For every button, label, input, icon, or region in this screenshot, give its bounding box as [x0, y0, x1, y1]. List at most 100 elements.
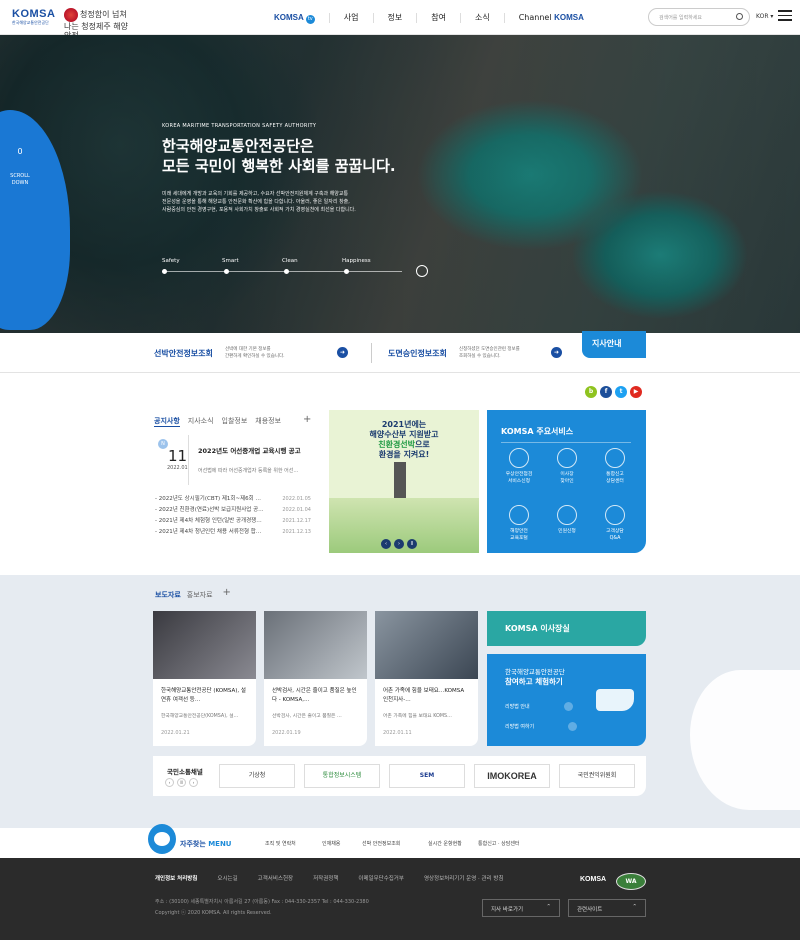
- freq-link-operation[interactable]: 실시간 운항현황: [428, 840, 462, 847]
- list-item[interactable]: - 2022년 친환경(연료)선박 보급지원사업 공… 2022.01.04: [155, 505, 311, 516]
- lightbulb-icon: [557, 448, 577, 468]
- freq-link-recruit[interactable]: 인재채용: [322, 840, 340, 847]
- service-qa[interactable]: 고객상담 Q&A: [595, 505, 635, 542]
- footer-logo: KOMSA: [580, 876, 607, 883]
- list-item[interactable]: - 2021년 제4차 체험형 인턴(일반 공개경쟁… 2021.12.17: [155, 516, 311, 527]
- freq-link-ship-safety[interactable]: 선박 안전정보조회: [362, 840, 400, 847]
- step-happiness[interactable]: Happiness: [342, 258, 371, 264]
- freq-link-report[interactable]: 통합신고 · 상담센터: [478, 840, 520, 847]
- tab-promo[interactable]: 홍보자료: [187, 590, 213, 600]
- footer-link-cctv[interactable]: 영상정보처리기기 운영 · 관리 방침: [424, 874, 504, 882]
- service-report-center[interactable]: 통합신고 상담센터: [595, 448, 635, 485]
- nav-business[interactable]: 사업: [328, 13, 373, 23]
- notice-list: - 2022년도 상시필기(CBT) 제1회~제6회 … 2022.01.05 -…: [155, 494, 311, 538]
- step-dot: [224, 269, 229, 274]
- list-item[interactable]: - 2022년도 상시필기(CBT) 제1회~제6회 … 2022.01.05: [155, 494, 311, 505]
- related-sites-select[interactable]: 관련사이트 ⌃: [568, 899, 646, 917]
- footer-link-email[interactable]: 이메일무단수집거부: [358, 874, 404, 882]
- notice-tabs: 공지사항 지사소식 입찰정보 채용정보: [154, 416, 289, 427]
- footer-link-copyright[interactable]: 저작권정책: [313, 874, 338, 882]
- service-education-portal[interactable]: 해양안전 교육포털: [499, 505, 539, 542]
- new-badge: N: [158, 439, 168, 449]
- drawing-approval-title[interactable]: 도면승인정보조회: [388, 348, 447, 359]
- headline-day: 11: [168, 447, 188, 465]
- press-photo: [375, 611, 478, 679]
- hero-title: 한국해양교통안전공단은 모든 국민이 행복한 사회를 꿈꿉니다.: [162, 137, 396, 175]
- footer-link-charter[interactable]: 고객서비스헌장: [258, 874, 293, 882]
- tab-press[interactable]: 보도자료: [155, 590, 181, 600]
- pause-icon[interactable]: II: [177, 778, 186, 787]
- footer-link-directions[interactable]: 오시는길: [217, 874, 237, 882]
- facebook-icon[interactable]: f: [600, 386, 612, 398]
- search-icon[interactable]: [736, 13, 743, 20]
- step-smart[interactable]: Smart: [222, 258, 239, 264]
- nav-komsa[interactable]: KOMSA tv: [260, 13, 329, 24]
- experience-link[interactable]: 리방법 안내: [505, 702, 573, 711]
- logo-imo-korea[interactable]: IMOKOREA: [474, 764, 550, 788]
- prev-icon[interactable]: ‹: [381, 539, 391, 549]
- press-card[interactable]: 한국해양교통안전공단 (KOMSA), 설 연휴 여객선 등… 한국해양교통안전…: [153, 611, 256, 746]
- hero-visual: [0, 35, 800, 333]
- tab-bid-info[interactable]: 입찰정보: [222, 416, 248, 427]
- nav-news[interactable]: 소식: [459, 13, 504, 23]
- notice-headline[interactable]: N 11 2022.01 2022년도 어선중개업 교육시행 공고 어선법에 따…: [154, 435, 312, 485]
- menu-icon[interactable]: [778, 10, 792, 22]
- arrow-right-icon[interactable]: ➜: [551, 347, 562, 358]
- logo-acrc[interactable]: 국민권익위원회: [559, 764, 635, 788]
- play-icon[interactable]: [416, 265, 428, 277]
- list-item[interactable]: - 2021년 제4차 청년인턴 채용 서류전형 합… 2021.12.13: [155, 527, 311, 538]
- nav-channel[interactable]: Channel KOMSA: [503, 13, 598, 23]
- service-civil-petition[interactable]: 민원신청: [547, 505, 587, 535]
- komsa-logo[interactable]: KOMSA 한국해양교통안전공단: [12, 8, 60, 26]
- experience-link[interactable]: 리방법 여하기: [505, 722, 578, 731]
- services-title: KOMSA 주요서비스: [501, 427, 574, 436]
- search-input[interactable]: 검색어를 입력하세요: [648, 8, 750, 26]
- language-select[interactable]: KOR ▾: [756, 13, 773, 20]
- emblem-icon: [64, 8, 78, 22]
- scroll-down[interactable]: 0 SCROLL DOWN: [8, 148, 32, 187]
- logo-text: KOMSA: [12, 8, 56, 20]
- freq-link-org[interactable]: 조직 및 연락처: [265, 840, 296, 847]
- headline-title[interactable]: 2022년도 어선중개업 교육시행 공고: [198, 445, 301, 455]
- next-icon[interactable]: ›: [189, 778, 198, 787]
- press-card[interactable]: 어촌 가족에 힘을 보태요…KOMSA 인천지사-… 어촌 가족에 힘을 보태요…: [375, 611, 478, 746]
- press-tabs: 보도자료 홍보자료 +: [155, 587, 231, 600]
- press-more-button[interactable]: +: [223, 587, 231, 600]
- ship-safety-title[interactable]: 선박안전정보조회: [154, 348, 213, 359]
- pause-icon[interactable]: II: [407, 539, 417, 549]
- web-accessibility-mark: WA: [616, 873, 646, 890]
- footer-copyright: Copyright ⓒ 2020 KOMSA. All rights Reser…: [155, 910, 272, 916]
- step-safety[interactable]: Safety: [162, 258, 180, 264]
- nav-participation[interactable]: 참여: [416, 13, 460, 23]
- next-icon[interactable]: ›: [394, 539, 404, 549]
- arrow-right-icon: [568, 722, 578, 731]
- prev-icon[interactable]: ‹: [165, 778, 174, 787]
- chevron-up-icon: ⌃: [546, 904, 551, 910]
- notice-more-button[interactable]: +: [303, 414, 311, 425]
- branch-select[interactable]: 지사 바로가기 ⌃: [482, 899, 560, 917]
- youtube-icon[interactable]: ▶: [630, 386, 642, 398]
- service-safety-check[interactable]: 우상안전점검 서비스신청: [499, 448, 539, 485]
- service-ceo[interactable]: 이사장 찾아인: [547, 448, 587, 485]
- hero-description: 미래 세대에게 개방과 교육의 기회를 제공하고, 수요자 선박안전지원체계 구…: [162, 191, 356, 213]
- twitter-icon[interactable]: t: [615, 386, 627, 398]
- eco-ship-banner[interactable]: 2021년에는 해양수산부 지원받고 친환경선박으로 환경을 지켜요! ‹ › …: [329, 410, 479, 553]
- logo-sem[interactable]: SEM: [389, 764, 465, 788]
- mascot-icon: [148, 824, 176, 854]
- arrow-right-icon[interactable]: ➜: [337, 347, 348, 358]
- tab-notice[interactable]: 공지사항: [154, 416, 180, 427]
- person-icon: [557, 505, 577, 525]
- logo-kma[interactable]: 기상청: [219, 764, 295, 788]
- nav-info[interactable]: 정보: [372, 13, 417, 23]
- press-card[interactable]: 선박검사, 시간은 줄이고 품질은 높인다 - KOMSA,… 선박검사, 시간…: [264, 611, 367, 746]
- tab-branch-news[interactable]: 지사소식: [188, 416, 214, 427]
- blog-icon[interactable]: b: [585, 386, 597, 398]
- ceo-office-button[interactable]: KOMSA 이사장실: [487, 611, 646, 646]
- arrow-right-icon: [563, 702, 573, 711]
- tab-recruit[interactable]: 채용정보: [255, 416, 281, 427]
- logo-integrated-system[interactable]: 통합정보시스템: [304, 764, 380, 788]
- step-clean[interactable]: Clean: [282, 258, 298, 264]
- footer-link-privacy[interactable]: 개인정보 처리방침: [155, 874, 197, 882]
- quick-bar: 선박안전정보조회 선박에 대한 기본 정보를 간편하게 확인하실 수 있습니다. …: [0, 333, 800, 373]
- branch-guide-button[interactable]: 지사안내: [582, 331, 646, 358]
